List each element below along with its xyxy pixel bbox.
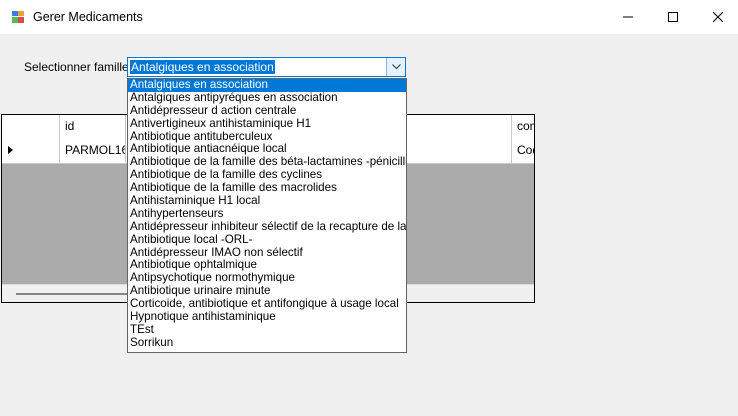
familles-combobox[interactable]: Antalgiques en association: [127, 57, 406, 77]
title-bar[interactable]: Gerer Medicaments: [0, 0, 738, 34]
current-row-arrow-icon: [8, 146, 13, 154]
dropdown-option[interactable]: Sorrikun: [128, 337, 406, 350]
dropdown-option[interactable]: Antalgiques en association: [128, 79, 406, 92]
dropdown-option[interactable]: Antidépresseur inhibiteur sélectif de la…: [128, 221, 406, 234]
dropdown-option[interactable]: Antibiotique de la famille des béta-lact…: [128, 156, 406, 169]
dropdown-option[interactable]: Hypnotique antihistaminique: [128, 311, 406, 324]
dropdown-option[interactable]: Antibiotique de la famille des macrolide…: [128, 182, 406, 195]
dropdown-option[interactable]: Antibiotique antiacnéique local: [128, 143, 406, 156]
maximize-icon: [668, 12, 678, 22]
dropdown-option[interactable]: Antibiotique urinaire minute: [128, 285, 406, 298]
dropdown-option[interactable]: Antibiotique antituberculeux: [128, 131, 406, 144]
dropdown-option[interactable]: Antibiotique local -ORL-: [128, 234, 406, 247]
cell-id[interactable]: PARMOL16: [60, 137, 126, 163]
familles-label: Selectionner familles: [24, 60, 135, 74]
maximize-button[interactable]: [650, 0, 696, 34]
familles-dropdown-list[interactable]: Antalgiques en association Antalgiques an…: [127, 78, 407, 353]
dropdown-option[interactable]: Antidépresseur d action centrale: [128, 105, 406, 118]
dropdown-option[interactable]: Antivertigineux antihistaminique H1: [128, 118, 406, 131]
dropdown-option[interactable]: Antihypertenseurs: [128, 208, 406, 221]
window-title: Gerer Medicaments: [33, 10, 143, 24]
app-icon: [12, 11, 24, 23]
dropdown-option[interactable]: Antibiotique de la famille des cyclines: [128, 169, 406, 182]
dropdown-toggle-button[interactable]: [386, 58, 405, 76]
familles-selected-value[interactable]: Antalgiques en association: [130, 60, 275, 74]
column-header-com[interactable]: com: [512, 115, 534, 137]
column-header-id[interactable]: id: [60, 115, 126, 137]
main-window: Gerer Medicaments Selectionner familles …: [0, 0, 738, 416]
dropdown-option[interactable]: Antidépresseur IMAO non sélectif: [128, 247, 406, 260]
row-header-corner[interactable]: [2, 115, 60, 137]
minimize-button[interactable]: [605, 0, 651, 34]
dropdown-option[interactable]: Antihistaminique H1 local: [128, 195, 406, 208]
dropdown-option[interactable]: Antipsychotique normothymique: [128, 272, 406, 285]
dropdown-option[interactable]: Antalgiques antipyréques en association: [128, 92, 406, 105]
dropdown-option[interactable]: Antibiotique ophtalmique: [128, 259, 406, 272]
cell-com[interactable]: Code: [512, 137, 534, 163]
dropdown-option[interactable]: TEst: [128, 324, 406, 337]
chevron-down-icon: [391, 64, 401, 70]
row-header[interactable]: [2, 137, 60, 163]
close-icon: [713, 12, 723, 22]
minimize-icon: [623, 16, 633, 18]
close-button[interactable]: [695, 0, 738, 34]
dropdown-option[interactable]: Corticoide, antibiotique et antifongique…: [128, 298, 406, 311]
